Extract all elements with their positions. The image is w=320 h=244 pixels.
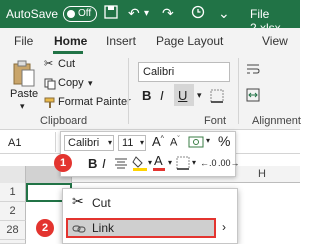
alignment-group-label: Alignment	[252, 115, 301, 127]
title-bar: AutoSave Off ↶ ▾ ↷ ⌄ File 2.xlsx	[0, 0, 300, 35]
clock-icon[interactable]	[191, 5, 205, 22]
toggle-state: Off	[78, 8, 92, 19]
tab-file[interactable]: File	[14, 34, 33, 48]
save-icon[interactable]	[104, 5, 118, 22]
format-painter-button[interactable]: Format Painter	[58, 96, 131, 108]
customize-qat-icon[interactable]: ⌄	[218, 5, 230, 22]
currency-dropdown-icon[interactable]: ▾	[206, 136, 210, 145]
tab-home[interactable]: Home	[54, 34, 87, 48]
copy-dropdown-icon[interactable]: ▾	[88, 78, 93, 89]
row-header[interactable]: 28	[0, 221, 26, 240]
mini-font-size-value: 11	[122, 137, 134, 149]
menu-item-link[interactable]	[66, 218, 216, 238]
font-name-value: Calibri	[143, 66, 175, 78]
font-name-box[interactable]: Calibri	[138, 62, 230, 82]
row-header[interactable]: 29	[0, 240, 26, 244]
column-header-h[interactable]: H	[258, 168, 266, 180]
mini-font-dropdown-icon[interactable]: ▾	[108, 138, 112, 147]
mini-bold-button[interactable]: B	[88, 156, 97, 171]
copy-icon[interactable]	[44, 77, 56, 95]
group-divider	[238, 58, 239, 124]
autosave-toggle[interactable]: Off	[63, 6, 97, 22]
mini-italic-button[interactable]: I	[102, 156, 106, 171]
redo-icon[interactable]: ↷	[162, 5, 174, 22]
percent-button[interactable]: %	[218, 133, 230, 149]
currency-format-icon[interactable]	[188, 135, 204, 154]
mini-borders-dropdown-icon[interactable]: ▾	[192, 158, 196, 167]
ribbon-tabs	[0, 28, 300, 54]
name-box-value: A1	[8, 137, 22, 149]
link-icon	[72, 222, 86, 240]
increase-font-size-icon[interactable]: A^	[152, 134, 164, 149]
tab-insert[interactable]: Insert	[106, 34, 136, 48]
merge-center-icon[interactable]	[246, 88, 260, 107]
tab-view[interactable]: View	[262, 34, 288, 48]
step-badge-2: 2	[36, 219, 54, 237]
decrease-decimal-icon[interactable]: .00→	[218, 158, 240, 168]
clipboard-group-label: Clipboard	[40, 115, 88, 127]
menu-item-cut[interactable]: Cut	[92, 196, 111, 210]
step-badge-1: 1	[54, 154, 72, 172]
underline-button[interactable]: U	[178, 88, 187, 103]
menu-item-link-label: Link	[92, 221, 115, 235]
underline-dropdown-icon[interactable]: ▾	[197, 90, 202, 101]
mini-size-dropdown-icon[interactable]: ▾	[140, 138, 144, 147]
mini-borders-icon[interactable]	[176, 156, 190, 175]
cut-button[interactable]: Cut	[58, 58, 75, 70]
increase-decimal-icon[interactable]: ←.0	[200, 158, 217, 168]
bold-button[interactable]: B	[142, 88, 151, 103]
submenu-chevron-icon: ›	[222, 220, 226, 234]
select-all-corner[interactable]	[0, 166, 26, 183]
copy-button[interactable]: Copy	[58, 77, 84, 89]
paste-button[interactable]: Paste	[10, 88, 38, 100]
font-group-label: Font	[204, 115, 227, 127]
font-color-swatch	[153, 168, 165, 171]
fill-color-dropdown-icon[interactable]: ▾	[148, 158, 152, 167]
cut-icon[interactable]: ✂	[44, 57, 53, 70]
cut-menu-icon: ✂	[72, 193, 84, 209]
font-color-dropdown-icon[interactable]: ▾	[168, 158, 172, 167]
name-box[interactable]: A1	[0, 132, 56, 152]
font-color-icon[interactable]: A	[154, 153, 163, 168]
borders-icon[interactable]	[210, 89, 224, 108]
toggle-knob	[67, 10, 75, 18]
group-divider	[128, 58, 129, 124]
tab-page-layout[interactable]: Page Layout	[156, 34, 223, 48]
autosave-label: AutoSave	[6, 7, 59, 21]
mini-font-name-value: Calibri	[68, 137, 100, 149]
fill-color-icon[interactable]	[132, 155, 148, 176]
undo-dropdown-icon[interactable]: ▾	[144, 8, 149, 19]
row-header[interactable]: 2	[0, 202, 26, 221]
mini-align-icon[interactable]	[114, 156, 128, 175]
decrease-font-size-icon[interactable]: Aˇ	[170, 136, 180, 149]
format-painter-icon[interactable]	[44, 96, 56, 114]
undo-icon[interactable]: ↶	[128, 5, 140, 22]
row-header[interactable]: 1	[0, 183, 26, 202]
wrap-text-icon[interactable]	[246, 62, 260, 81]
mini-font-name-box[interactable]: Calibri	[64, 135, 114, 151]
italic-button[interactable]: I	[160, 88, 164, 103]
paste-dropdown-icon[interactable]: ▾	[20, 101, 25, 112]
